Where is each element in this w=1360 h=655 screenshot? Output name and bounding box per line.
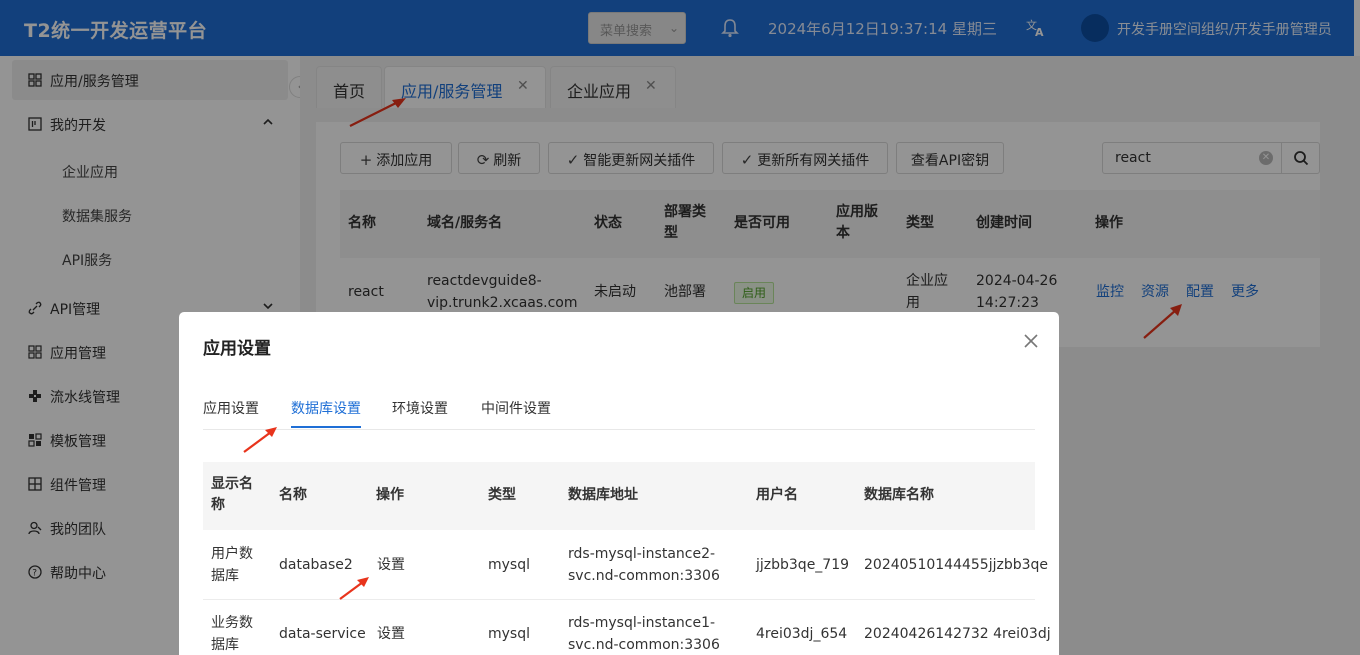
col-type: 类型 — [488, 487, 516, 503]
col-display-name: 显示名称 — [211, 476, 253, 513]
row2-username: 4rei03dj_654 — [756, 626, 848, 642]
row2-addr-line1: rds-mysql-instance1- — [568, 615, 716, 631]
tab-middleware-settings[interactable]: 中间件设置 — [481, 398, 551, 418]
row2-addr-line2: svc.nd-common:3306 — [568, 637, 720, 653]
col-name: 名称 — [279, 487, 307, 503]
row1-username: jjzbb3qe_719 — [756, 557, 850, 573]
tab-database-settings[interactable]: 数据库设置 — [291, 398, 361, 418]
col-db-address: 数据库地址 — [568, 487, 638, 503]
row1-display-line1: 用户数 — [211, 546, 253, 562]
row2-type: mysql — [488, 626, 530, 642]
row2-db-name: 20240426142732 4rei03dj — [864, 626, 1051, 642]
row1-addr-line1: rds-mysql-instance2- — [568, 546, 716, 562]
row2-name: data-service — [279, 626, 366, 642]
row2-settings-link[interactable]: 设置 — [377, 623, 405, 645]
row-divider — [203, 599, 1035, 600]
row1-type: mysql — [488, 557, 530, 573]
col-action: 操作 — [376, 487, 404, 503]
row1-db-name: 20240510144455jjzbb3qe — [864, 557, 1049, 573]
row1-display-line2: 据库 — [211, 568, 239, 584]
active-tab-indicator — [291, 426, 361, 428]
row1-name: database2 — [279, 557, 353, 573]
tab-app-settings[interactable]: 应用设置 — [203, 398, 259, 418]
tab-divider — [203, 429, 1035, 430]
row1-addr-line2: svc.nd-common:3306 — [568, 568, 720, 584]
col-username: 用户名 — [756, 487, 798, 503]
tab-env-settings[interactable]: 环境设置 — [392, 398, 448, 418]
row2-display-line2: 据库 — [211, 637, 239, 653]
row2-display-line1: 业务数 — [211, 615, 253, 631]
app-settings-modal: 应用设置 应用设置 数据库设置 环境设置 中间件设置 显示名称 名称 操作 类型… — [179, 312, 1059, 655]
annotation-arrow-settings — [339, 577, 369, 600]
close-icon[interactable] — [1022, 332, 1040, 350]
col-db-name: 数据库名称 — [864, 487, 934, 503]
row1-settings-link[interactable]: 设置 — [377, 554, 405, 576]
modal-title: 应用设置 — [203, 339, 271, 359]
